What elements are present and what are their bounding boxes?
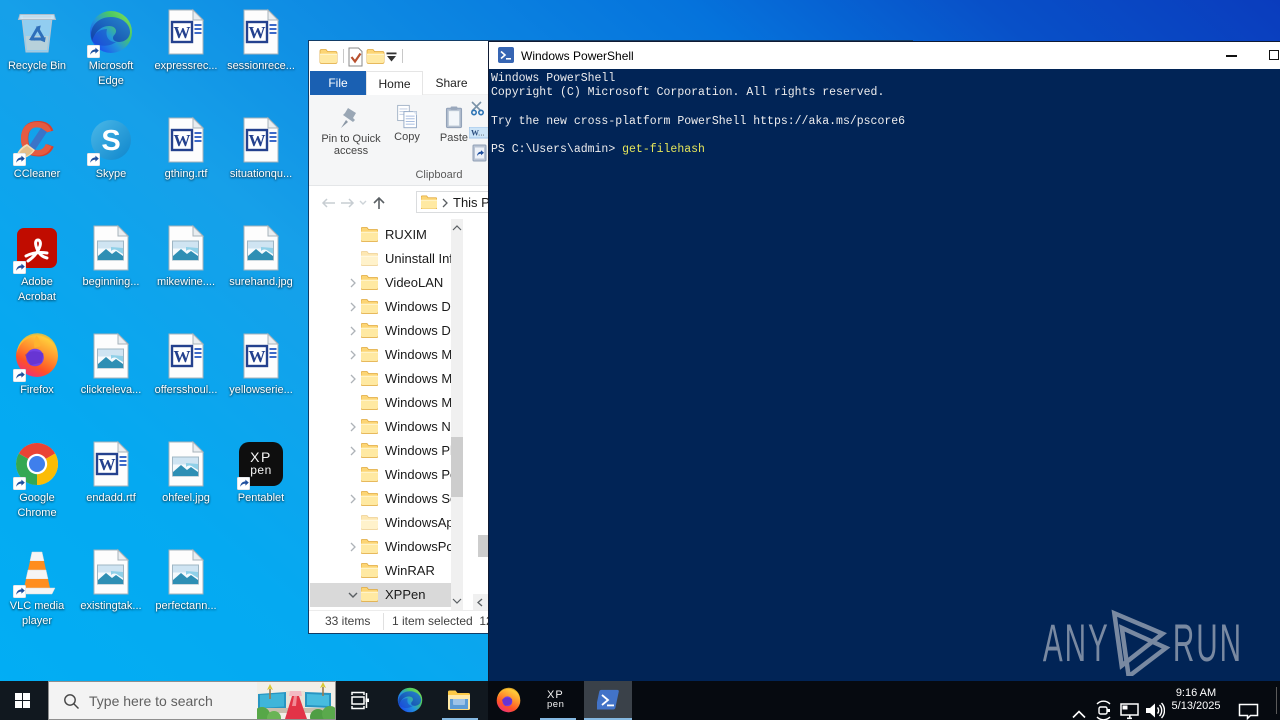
svg-text:RUN: RUN xyxy=(1173,614,1243,673)
svg-text:ANY: ANY xyxy=(1043,614,1110,673)
svg-text:S: S xyxy=(101,125,120,157)
svg-text:pen: pen xyxy=(250,463,272,477)
svg-text:...: ... xyxy=(478,129,485,138)
